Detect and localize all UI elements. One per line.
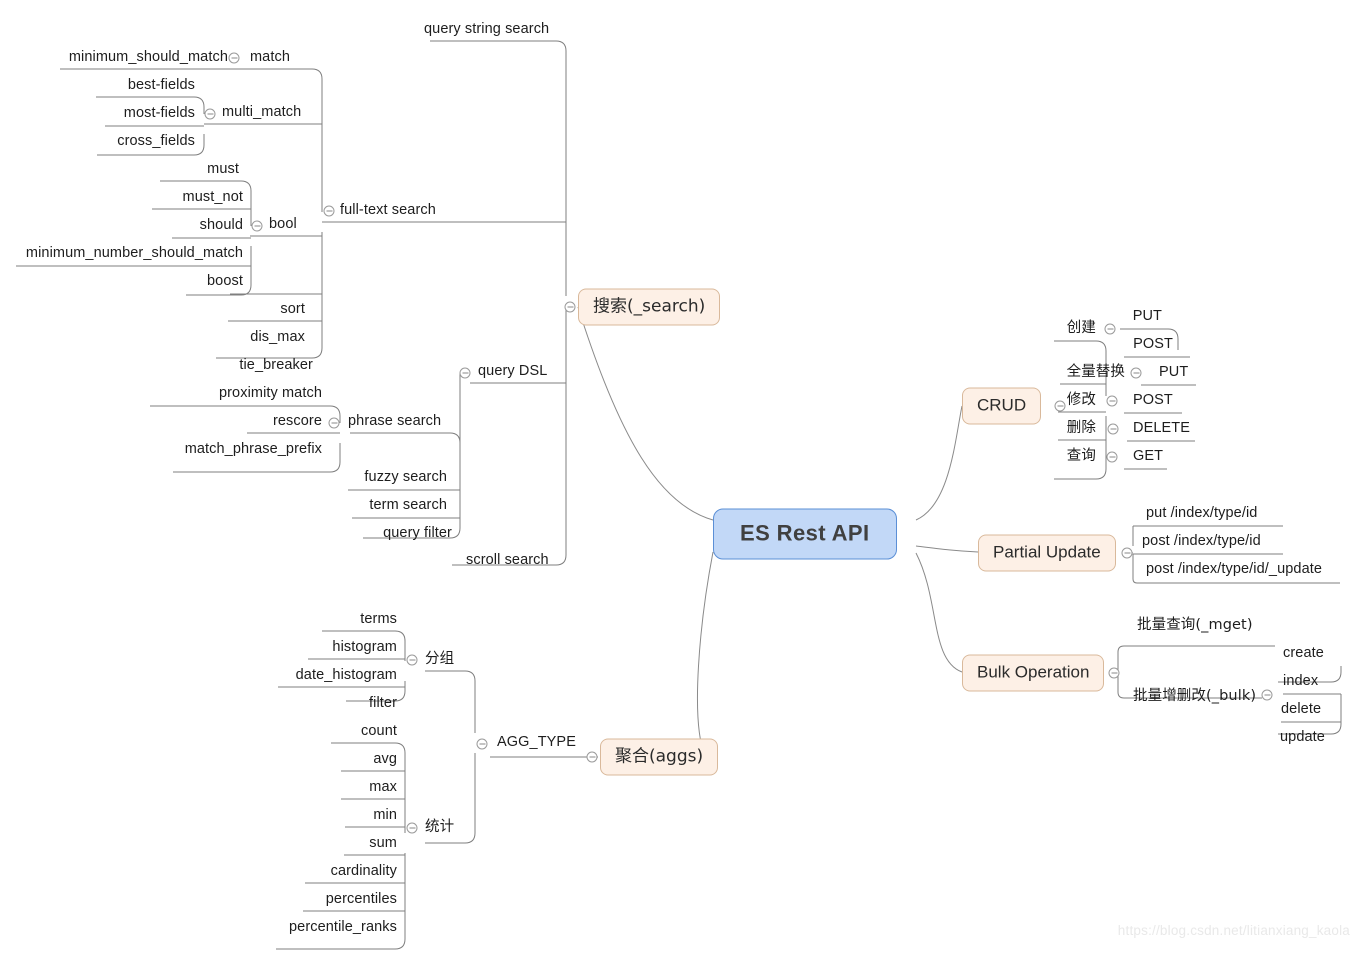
node-agg-stats[interactable]: 统计	[425, 819, 454, 836]
node-agg-max[interactable]: max	[369, 779, 397, 796]
collapse-toggle-aggs[interactable]	[586, 751, 598, 763]
branch-node-bulk-operation[interactable]: Bulk Operation	[962, 654, 1105, 692]
node-query-filter[interactable]: query filter	[383, 525, 452, 542]
node-bulk-action-index[interactable]: index	[1283, 673, 1318, 690]
root-label: ES Rest API	[740, 520, 870, 546]
node-match[interactable]: match	[250, 49, 290, 66]
collapse-toggle-phrase-search[interactable]	[328, 417, 340, 429]
node-match-phrase-prefix[interactable]: match_phrase_prefix	[185, 441, 322, 458]
node-best-fields[interactable]: best-fields	[128, 77, 195, 94]
connector-lines	[16, 40, 1342, 950]
branch-node-partial-update[interactable]: Partial Update	[978, 534, 1116, 572]
collapse-toggle-full-text-search[interactable]	[323, 205, 335, 217]
mindmap-canvas: ES Rest API 搜索(_search) CRUD Partial Upd…	[0, 0, 1362, 954]
node-agg-filter[interactable]: filter	[369, 695, 397, 712]
node-post-index-type-id[interactable]: post /index/type/id	[1142, 533, 1261, 550]
node-bulk-action-update[interactable]: update	[1280, 729, 1325, 746]
node-crud-create[interactable]: 创建	[1067, 320, 1096, 337]
root-node-es-rest-api[interactable]: ES Rest API	[713, 508, 897, 560]
node-bool[interactable]: bool	[269, 216, 297, 233]
node-method-query-get[interactable]: GET	[1133, 448, 1163, 465]
collapse-toggle-agg-type[interactable]	[476, 738, 488, 750]
node-query-string-search[interactable]: query string search	[424, 21, 549, 38]
node-full-text-search[interactable]: full-text search	[340, 202, 436, 219]
node-proximity-match[interactable]: proximity match	[219, 385, 322, 402]
branch-label-search: 搜索(_search)	[593, 296, 706, 317]
node-agg-count[interactable]: count	[361, 723, 397, 740]
node-method-modify-post[interactable]: POST	[1133, 392, 1173, 409]
node-dis-max[interactable]: dis_max	[250, 329, 305, 346]
node-agg-terms[interactable]: terms	[360, 611, 397, 628]
node-agg-percentiles[interactable]: percentiles	[326, 891, 397, 908]
node-fuzzy-search[interactable]: fuzzy search	[364, 469, 447, 486]
collapse-toggle-match[interactable]	[228, 52, 240, 64]
branch-label-aggs: 聚合(aggs)	[615, 746, 704, 767]
node-crud-query[interactable]: 查询	[1067, 448, 1096, 465]
node-query-dsl[interactable]: query DSL	[478, 363, 547, 380]
collapse-toggle-query-dsl[interactable]	[459, 367, 471, 379]
node-agg-avg[interactable]: avg	[373, 751, 397, 768]
collapse-toggle-bulk-bulk[interactable]	[1261, 689, 1273, 701]
node-method-create-put[interactable]: PUT	[1133, 308, 1162, 325]
collapse-toggle-agg-stats[interactable]	[406, 822, 418, 834]
collapse-toggle-crud-modify[interactable]	[1106, 395, 1118, 407]
collapse-toggle-crud-full-replace[interactable]	[1130, 367, 1142, 379]
node-most-fields[interactable]: most-fields	[124, 105, 195, 122]
node-must[interactable]: must	[207, 161, 239, 178]
node-tie-breaker[interactable]: tie_breaker	[239, 357, 313, 374]
collapse-toggle-crud-query[interactable]	[1106, 451, 1118, 463]
node-put-index-type-id[interactable]: put /index/type/id	[1146, 505, 1257, 522]
node-bulk-action-delete[interactable]: delete	[1281, 701, 1321, 718]
collapse-toggle-multi-match[interactable]	[204, 108, 216, 120]
collapse-toggle-crud[interactable]	[1054, 400, 1066, 412]
node-should[interactable]: should	[200, 217, 243, 234]
collapse-toggle-bulk-operation[interactable]	[1108, 667, 1120, 679]
node-phrase-search[interactable]: phrase search	[348, 413, 441, 430]
node-crud-full-replace[interactable]: 全量替换	[1067, 364, 1125, 381]
node-sort[interactable]: sort	[280, 301, 305, 318]
node-agg-min[interactable]: min	[373, 807, 397, 824]
node-agg-sum[interactable]: sum	[369, 835, 397, 852]
collapse-toggle-agg-group[interactable]	[406, 654, 418, 666]
watermark: https://blog.csdn.net/litianxiang_kaola	[1117, 923, 1350, 938]
node-agg-percentile-ranks[interactable]: percentile_ranks	[289, 919, 397, 936]
branch-node-aggs[interactable]: 聚合(aggs)	[600, 738, 719, 776]
node-term-search[interactable]: term search	[369, 497, 447, 514]
collapse-toggle-partial-update[interactable]	[1121, 547, 1133, 559]
node-method-replace-put[interactable]: PUT	[1159, 364, 1188, 381]
node-multi-match[interactable]: multi_match	[222, 104, 301, 121]
collapse-toggle-bool[interactable]	[251, 220, 263, 232]
collapse-toggle-search[interactable]	[564, 301, 576, 313]
node-agg-histogram[interactable]: histogram	[332, 639, 397, 656]
node-must-not[interactable]: must_not	[183, 189, 243, 206]
branch-label-bulk-operation: Bulk Operation	[977, 662, 1090, 682]
node-minimum-should-match[interactable]: minimum_should_match	[69, 49, 228, 66]
node-method-delete[interactable]: DELETE	[1133, 420, 1190, 437]
node-bulk-bulk[interactable]: 批量增删改(_bulk)	[1133, 688, 1256, 705]
node-agg-date-histogram[interactable]: date_histogram	[296, 667, 397, 684]
collapse-toggle-crud-delete[interactable]	[1107, 423, 1119, 435]
node-post-index-type-id-update[interactable]: post /index/type/id/_update	[1146, 561, 1322, 578]
node-agg-cardinality[interactable]: cardinality	[331, 863, 397, 880]
node-cross-fields[interactable]: cross_fields	[117, 133, 195, 150]
node-method-create-post[interactable]: POST	[1133, 336, 1173, 353]
node-agg-group[interactable]: 分组	[425, 651, 454, 668]
node-bulk-mget[interactable]: 批量查询(_mget)	[1137, 617, 1253, 634]
branch-label-crud: CRUD	[977, 395, 1027, 415]
node-minimum-number-should-match[interactable]: minimum_number_should_match	[26, 245, 243, 262]
node-boost[interactable]: boost	[207, 273, 243, 290]
node-agg-type[interactable]: AGG_TYPE	[497, 734, 576, 751]
branch-node-crud[interactable]: CRUD	[962, 387, 1042, 425]
node-crud-modify[interactable]: 修改	[1067, 392, 1096, 409]
node-rescore[interactable]: rescore	[273, 413, 322, 430]
branch-node-search[interactable]: 搜索(_search)	[578, 288, 721, 326]
node-scroll-search[interactable]: scroll search	[466, 552, 549, 569]
node-crud-delete[interactable]: 删除	[1067, 420, 1096, 437]
node-bulk-action-create[interactable]: create	[1283, 645, 1324, 662]
branch-label-partial-update: Partial Update	[993, 542, 1101, 562]
collapse-toggle-crud-create[interactable]	[1104, 323, 1116, 335]
